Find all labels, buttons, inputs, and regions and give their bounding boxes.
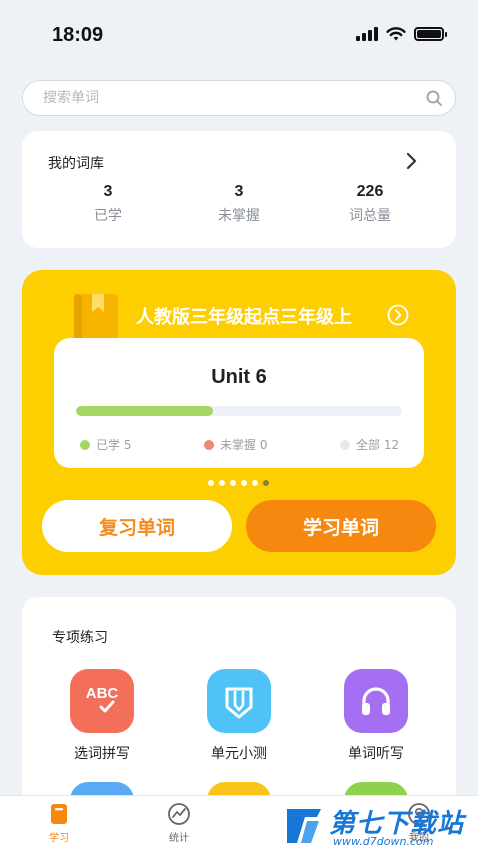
- practice-item-label: 选词拼写: [74, 746, 130, 762]
- my-library-card[interactable]: 我的词库 3 已学 3 未掌握 226 词总量: [22, 131, 456, 248]
- learned-dot-icon: [80, 439, 90, 450]
- stat-total: 226 词总量: [320, 183, 420, 225]
- legend-learned-label: 已学 5: [96, 438, 132, 452]
- watermark-logo-icon: [287, 809, 321, 843]
- practice-title: 专项练习: [52, 630, 108, 646]
- textbook-card: 人教版三年级起点三年级上 Unit 6 已学 5 未掌握 0 全部 12 复习单…: [22, 270, 456, 575]
- carousel-pager[interactable]: [208, 480, 269, 486]
- tab-label: 学习: [49, 833, 69, 844]
- chevron-right-icon[interactable]: [404, 151, 420, 171]
- legend-learned: 已学 5: [80, 436, 131, 453]
- pager-dot[interactable]: [241, 480, 247, 486]
- legend-total-label: 全部 12: [356, 438, 400, 452]
- pager-dot[interactable]: [263, 480, 269, 486]
- unit-card[interactable]: Unit 6 已学 5 未掌握 0 全部 12: [54, 338, 424, 468]
- unit-progress-fill: [76, 406, 213, 416]
- search-icon[interactable]: [425, 89, 443, 107]
- status-icons: [356, 26, 447, 42]
- status-time: 18:09: [52, 24, 104, 46]
- library-title: 我的词库: [48, 156, 104, 172]
- practice-item-label: 单元小测: [211, 746, 267, 762]
- pager-dot[interactable]: [252, 480, 258, 486]
- search-input[interactable]: [43, 90, 425, 106]
- pager-dot[interactable]: [230, 480, 236, 486]
- battery-icon: [414, 27, 447, 41]
- legend-total: 全部 12: [340, 436, 399, 453]
- unmastered-dot-icon: [204, 439, 214, 450]
- book-icon: [51, 804, 67, 824]
- pencil-badge-icon[interactable]: [207, 669, 271, 733]
- legend-unmastered: 未掌握 0: [204, 436, 267, 453]
- stat-value: 3: [234, 183, 244, 200]
- tab-statistics[interactable]: 统计: [149, 802, 209, 844]
- library-stats: 3 已学 3 未掌握 226 词总量: [22, 183, 456, 233]
- total-dot-icon: [340, 439, 350, 450]
- watermark-url: www.d7down.com: [333, 835, 434, 848]
- practice-item-spelling[interactable]: ABC 选词拼写: [52, 669, 152, 763]
- practice-item-dictation[interactable]: 单词听写: [326, 669, 426, 763]
- unit-title: Unit 6: [211, 366, 267, 388]
- tab-study[interactable]: 学习: [29, 802, 89, 844]
- stat-label: 未掌握: [218, 208, 260, 224]
- headphones-icon[interactable]: [344, 669, 408, 733]
- signal-icon: [356, 27, 378, 41]
- review-words-button[interactable]: 复习单词: [42, 500, 232, 552]
- pager-dot[interactable]: [208, 480, 214, 486]
- stat-value: 3: [103, 183, 113, 200]
- site-watermark: 第七下载站 www.d7down.com: [283, 801, 478, 850]
- stat-learned: 3 已学: [58, 183, 158, 225]
- stat-unmastered: 3 未掌握: [189, 183, 289, 225]
- wifi-icon: [386, 27, 406, 41]
- tab-label: 统计: [169, 833, 189, 844]
- practice-item-unit-quiz[interactable]: 单元小测: [189, 669, 289, 763]
- bottom-tab-bar: 学习 统计 我的 第七下载站 www.d7down.com: [0, 795, 478, 850]
- learn-words-button[interactable]: 学习单词: [246, 500, 436, 552]
- stat-value: 226: [356, 183, 384, 200]
- stat-label: 已学: [94, 208, 122, 224]
- textbook-icon: [74, 294, 118, 344]
- stat-label: 词总量: [349, 208, 391, 224]
- svg-text:ABC: ABC: [86, 685, 119, 702]
- practice-item-label: 单词听写: [348, 746, 404, 762]
- chevron-circle-right-icon[interactable]: [387, 304, 409, 326]
- textbook-title[interactable]: 人教版三年级起点三年级上: [136, 303, 352, 329]
- unit-progress-bar: [76, 406, 402, 416]
- abc-check-icon[interactable]: ABC: [70, 669, 134, 733]
- search-bar[interactable]: [22, 80, 456, 116]
- pager-dot[interactable]: [219, 480, 225, 486]
- legend-unmastered-label: 未掌握 0: [220, 438, 268, 452]
- chart-icon: [168, 803, 190, 825]
- status-bar: 18:09: [0, 0, 478, 70]
